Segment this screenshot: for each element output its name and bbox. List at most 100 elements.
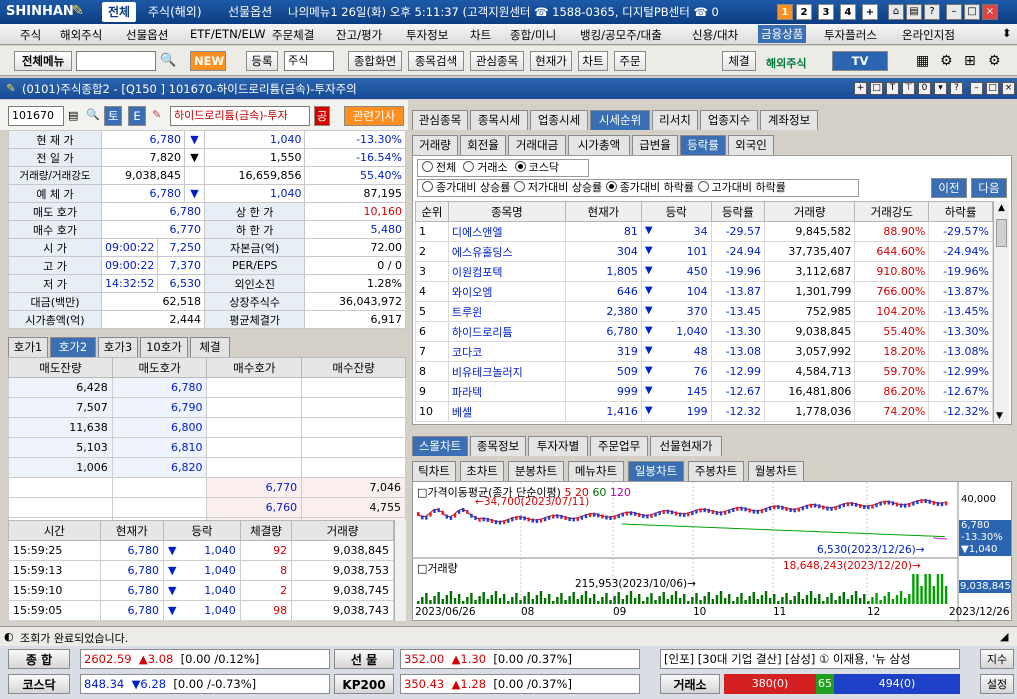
rank-row[interactable]: 4 와이오엠 646 ▼ 104 -13.87 1,301,799 766.00% -13.87… <box>415 281 993 302</box>
menu-item-stock[interactable]: 주식 <box>20 27 41 43</box>
tab-small-chart[interactable]: 스몰차트 <box>412 436 468 456</box>
grid-icon[interactable]: ⊞ <box>964 53 976 69</box>
rank-row[interactable]: 10 베셀 1,416 ▼ 199 -12.32 1,778,036 74.20% -12.32… <box>415 401 993 422</box>
current-price-button[interactable]: 현재가 <box>530 51 572 71</box>
top-tab-all[interactable]: 전체 <box>102 2 137 22</box>
scroll-thumb[interactable] <box>996 219 1007 247</box>
top-tab-futures[interactable]: 선물옵션 <box>222 2 278 22</box>
tab-hoga3[interactable]: 호가3 <box>98 337 138 357</box>
rank-row[interactable]: 7 코다코 319 ▼ 48 -13.08 3,057,992 18.20% -13.08% <box>415 341 993 362</box>
new-button[interactable]: NEW <box>190 51 226 71</box>
stock-list-icon[interactable]: ▤ <box>68 109 78 122</box>
subtab-minute[interactable]: 분봉차트 <box>508 461 564 481</box>
tab-hoga10[interactable]: 10호가 <box>140 337 188 357</box>
tab-hoga2[interactable]: 호가2 <box>50 337 96 357</box>
window-maximize-icon[interactable]: □ <box>986 82 999 95</box>
rank-row[interactable]: 6 하이드로리튬 6,780 ▼ 1,040 -13.30 9,038,845 55.40% -… <box>415 321 993 342</box>
window-zero-icon[interactable]: 0 <box>918 82 931 95</box>
window-close-icon[interactable]: × <box>1002 82 1015 95</box>
screen-2-button[interactable]: 2 <box>796 4 812 20</box>
rank-row[interactable]: 2 에스유홀딩스 304 ▼ 101 -24.94 37,735,407 644.60% -24… <box>415 241 993 262</box>
menu-item-mini[interactable]: 종합/미니 <box>510 27 556 43</box>
watchlist-button[interactable]: 관심종목 <box>470 51 524 71</box>
menu-scroll-icon[interactable]: ⬍ <box>1002 26 1012 40</box>
stock-search-button[interactable]: 종목검색 <box>408 51 464 71</box>
window-t-icon[interactable]: T <box>886 82 899 95</box>
subtab-market-cap[interactable]: 시가총액 <box>568 135 630 155</box>
prev-button[interactable]: 이전 <box>931 178 967 198</box>
settings-button[interactable]: 설정 <box>980 674 1014 694</box>
tab-stock-price[interactable]: 종목시세 <box>470 110 528 130</box>
add-screen-button[interactable]: + <box>862 4 878 20</box>
menu-item-financial[interactable]: 금융상품 <box>758 25 807 43</box>
subtab-daily[interactable]: 일봉차트 <box>628 461 684 481</box>
register-button[interactable]: 등록 <box>246 51 278 71</box>
subtab-menu[interactable]: 메뉴차트 <box>568 461 624 481</box>
window-link-icon[interactable]: + <box>854 82 867 95</box>
tab-investor[interactable]: 투자자별 <box>528 436 588 456</box>
menu-item-plus[interactable]: 투자플러스 <box>824 27 877 43</box>
subtab-amount[interactable]: 거래대금 <box>508 135 566 155</box>
subtab-volume[interactable]: 거래량 <box>412 135 458 155</box>
radio-kosdaq[interactable]: 코스닥 <box>514 161 559 174</box>
resize-icon[interactable]: ◢ <box>1000 630 1008 643</box>
menu-search-input[interactable] <box>76 51 156 71</box>
tab-research[interactable]: 리서치 <box>652 110 698 130</box>
radio-close-down[interactable]: 종가대비 하락률 <box>605 181 694 194</box>
subtab-monthly[interactable]: 월봉차트 <box>748 461 804 481</box>
menu-item-invest-info[interactable]: 투자정보 <box>406 27 448 43</box>
radio-close-up[interactable]: 종가대비 상승률 <box>422 181 510 194</box>
menu-item-online[interactable]: 온라인지점 <box>902 27 955 43</box>
tab-watchlist[interactable]: 관심종목 <box>412 110 468 130</box>
subtab-weekly[interactable]: 주봉차트 <box>688 461 744 481</box>
close-icon[interactable]: × <box>982 4 998 20</box>
radio-kospi[interactable]: 거래소 <box>463 161 508 174</box>
execution-button[interactable]: 체결 <box>722 51 756 71</box>
radio-high-down[interactable]: 고가대비 하락률 <box>697 181 786 194</box>
rank-row[interactable]: 8 비유테크놀러지 509 ▼ 76 -12.99 4,584,713 59.70% -12.9… <box>415 361 993 382</box>
memo-icon[interactable]: ✎ <box>152 108 161 121</box>
chart-button[interactable]: 차트 <box>578 51 608 71</box>
subtab-second[interactable]: 초차트 <box>460 461 504 481</box>
screen-1-button[interactable]: 1 <box>777 4 793 20</box>
subtab-turnover[interactable]: 회전율 <box>460 135 506 155</box>
rank-row[interactable]: 9 파라텍 999 ▼ 145 -12.67 16,481,806 86.20% -12.67% <box>415 381 993 402</box>
subtab-tick[interactable]: 틱차트 <box>412 461 456 481</box>
scroll-up-icon[interactable]: ▲ <box>996 203 1008 213</box>
screen-4-button[interactable]: 4 <box>840 4 856 20</box>
calculator-icon[interactable]: ▦ <box>916 53 929 69</box>
tab-order-work[interactable]: 주문업무 <box>590 436 648 456</box>
index-button[interactable]: 지수 <box>980 649 1014 669</box>
tab-hoga1[interactable]: 호가1 <box>8 337 48 357</box>
stock-code-input[interactable]: 101670 <box>8 106 64 126</box>
radio-low-up[interactable]: 저가대비 상승률 <box>513 181 602 194</box>
stock-search-icon[interactable]: 🔍 <box>86 108 100 121</box>
tab-price-rank[interactable]: 시세순위 <box>590 110 650 130</box>
news-ticker[interactable]: [인포] [30대 기업 결산] [삼성] ① 이재용, '뉴 삼성 <box>660 649 960 669</box>
maximize-icon[interactable]: □ <box>964 4 980 20</box>
tab-sector-index[interactable]: 업종지수 <box>700 110 758 130</box>
menu-item-overseas[interactable]: 해외주식 <box>60 27 102 43</box>
window-minimize-icon[interactable]: – <box>970 82 983 95</box>
screen-3-button[interactable]: 3 <box>818 4 834 20</box>
window-help-icon[interactable]: ? <box>950 82 963 95</box>
rank-scrollbar[interactable]: ▲ ▼ <box>993 201 1009 423</box>
stock-select[interactable]: 주식 <box>284 51 334 71</box>
tv-button[interactable]: TV <box>832 51 888 71</box>
e-button[interactable]: E <box>128 106 146 126</box>
help-icon[interactable]: ? <box>924 4 940 20</box>
all-menu-button[interactable]: 전체메뉴 <box>14 51 72 71</box>
tab-execution[interactable]: 체결 <box>190 337 230 357</box>
radio-all[interactable]: 전체 <box>422 161 456 174</box>
gong-badge[interactable]: 공 <box>314 106 330 126</box>
menu-item-balance[interactable]: 잔고/평가 <box>336 27 382 43</box>
menu-item-credit[interactable]: 신용/대차 <box>692 27 738 43</box>
menu-item-order[interactable]: 주문체결 <box>272 27 314 43</box>
subtab-updown[interactable]: 등락률 <box>680 135 726 155</box>
gear-icon[interactable]: ⚙ <box>940 53 953 69</box>
window-pin-icon[interactable]: ⊤ <box>902 82 915 95</box>
rank-row[interactable]: 1 디에스앤엘 81 ▼ 34 -29.57 9,845,582 88.90% -29.57% <box>415 221 993 242</box>
tab-stock-info[interactable]: 종목정보 <box>470 436 526 456</box>
subtab-foreign[interactable]: 외국인 <box>728 135 774 155</box>
tab-account[interactable]: 계좌정보 <box>760 110 818 130</box>
